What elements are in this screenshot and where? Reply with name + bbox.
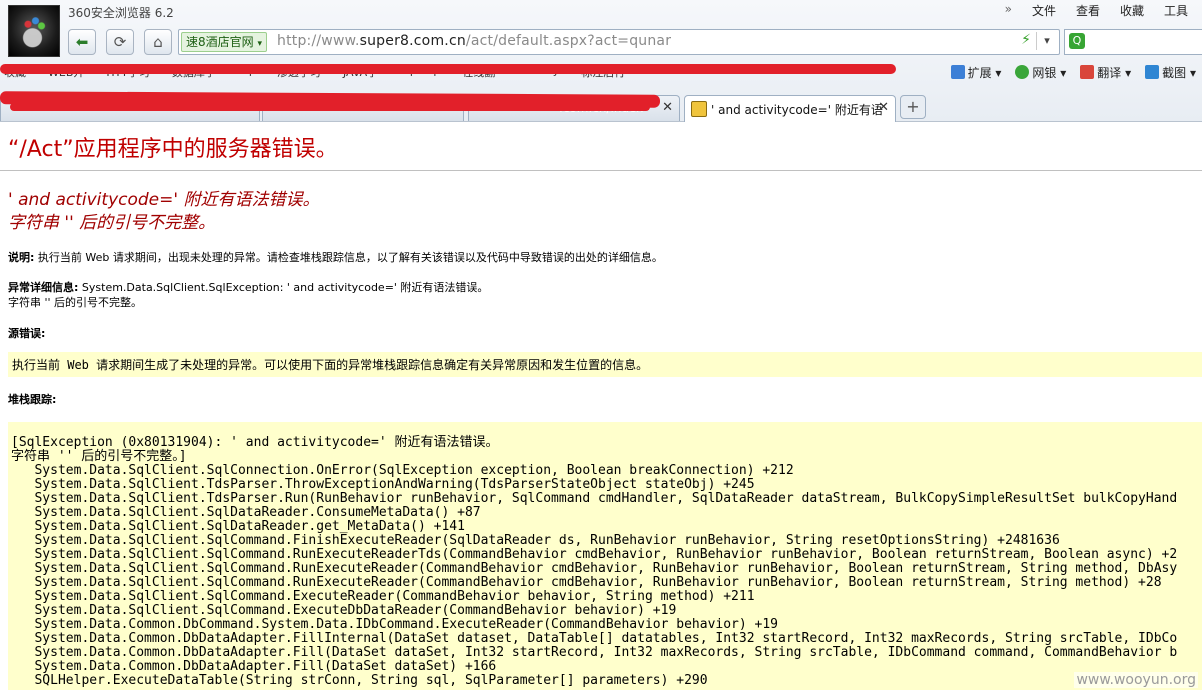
source-error-heading: 源错误: [8, 326, 45, 341]
description-text: 执行当前 Web 请求期间，出现未处理的异常。请检查堆栈跟踪信息，以了解有关该错… [34, 251, 663, 264]
error-heading: ' and activitycode=' 附近有语法错误。 字符串 '' 后的引… [8, 189, 319, 235]
source-error-box: 执行当前 Web 请求期间生成了未处理的异常。可以使用下面的异常堆栈跟踪信息确定… [8, 352, 1202, 377]
browser-logo [8, 5, 60, 57]
back-arrow-icon: ⬅ [75, 33, 89, 51]
screenshot-label: 截图 [1162, 66, 1187, 80]
error-line-1-text: ' and activitycode=' 附近有语法错误。 [8, 190, 320, 210]
description-label: 说明: [8, 251, 35, 264]
description-line: 说明: 执行当前 Web 请求期间，出现未处理的异常。请检查堆栈跟踪信息，以了解… [8, 250, 663, 265]
site-identity-chip[interactable]: 速8酒店官网 ▾ [181, 32, 267, 52]
menu-tools[interactable]: 工具 [1164, 2, 1188, 19]
site-chip-label: 速8酒店官网 [186, 35, 254, 49]
redaction-stroke [10, 103, 650, 111]
url-text[interactable]: http://www.super8.com.cn/act/default.asp… [277, 33, 671, 49]
translate-icon [1080, 65, 1095, 79]
close-icon[interactable]: ✕ [878, 100, 889, 115]
hand-logo-icon [19, 14, 49, 48]
extensions-button[interactable]: 扩展 ▾ [950, 64, 1001, 81]
stack-trace-box: [SqlException (0x80131904): ' and activi… [8, 422, 1202, 690]
netbank-label: 网银 [1032, 66, 1057, 80]
error-line-2: 字符串 '' 后的引号不完整。 [8, 213, 216, 233]
extensions-label: 扩展 [967, 66, 992, 80]
screenshot-button[interactable]: 截图 ▾ [1145, 64, 1196, 81]
url-path: /act/default.aspx?act=qunar [465, 33, 672, 49]
window-title: 360安全浏览器 6.2 [68, 6, 174, 20]
top-menu: » 文件 查看 收藏 工具 [1005, 2, 1188, 19]
search-box[interactable]: Q [1064, 29, 1202, 55]
refresh-button[interactable]: ⟳ [106, 29, 134, 55]
source-error-label: 源错误: [8, 327, 46, 340]
page-favicon-icon [691, 101, 707, 117]
back-button[interactable]: ⬅ [68, 29, 96, 55]
redaction-stroke [0, 64, 896, 74]
url-host: super8.com.cn [359, 33, 466, 49]
stack-trace-text: [SqlException (0x80131904): ' and activi… [11, 435, 1178, 688]
menu-file[interactable]: 文件 [1032, 2, 1056, 19]
url-prefix: http://www. [277, 33, 360, 49]
search-engine-icon[interactable]: Q [1069, 33, 1085, 49]
exception-details: 异常详细信息: System.Data.SqlClient.SqlExcepti… [8, 280, 488, 310]
watermark: www.wooyun.org [1074, 672, 1198, 688]
source-error-text: 执行当前 Web 请求期间生成了未处理的异常。可以使用下面的异常堆栈跟踪信息确定… [12, 358, 649, 372]
translate-button[interactable]: 翻译 ▾ [1080, 64, 1131, 81]
scissors-icon [1145, 65, 1160, 79]
exception-label: 异常详细信息: [8, 281, 79, 294]
netbank-button[interactable]: 网银 ▾ [1015, 64, 1066, 81]
home-icon: ⌂ [153, 33, 163, 51]
menu-view[interactable]: 查看 [1076, 2, 1100, 19]
home-button[interactable]: ⌂ [144, 29, 172, 55]
new-tab-button[interactable]: + [900, 95, 926, 119]
stack-trace-heading: 堆栈跟踪: [8, 392, 56, 407]
menu-favorites[interactable]: 收藏 [1120, 2, 1144, 19]
error-line-1: ' and activitycode=' 附近有语法错误。 [8, 189, 319, 212]
tab-active[interactable]: ' and activitycode=' 附近有语 ✕ [684, 95, 896, 122]
close-icon[interactable]: ✕ [662, 100, 673, 115]
tab-label: ' and activitycode=' 附近有语 [711, 103, 883, 117]
address-bar[interactable]: 速8酒店官网 ▾ http://www.super8.com.cn/act/de… [178, 29, 1060, 55]
exception-text-2: 字符串 '' 后的引号不完整。 [8, 296, 143, 309]
page-content: “/Act”应用程序中的服务器错误。 ' and activitycode=' … [0, 122, 1202, 690]
menu-overflow-icon[interactable]: » [1005, 2, 1012, 19]
exception-text: System.Data.SqlClient.SqlException: ' an… [78, 281, 489, 294]
address-dropdown-icon[interactable]: ▾ [1036, 32, 1057, 50]
shield-icon [1015, 65, 1030, 79]
chevron-down-icon: ▾ [257, 39, 262, 49]
extensions-icon [950, 65, 965, 79]
toolbar-extensions: 扩展 ▾ 网银 ▾ 翻译 ▾ 截图 ▾ [950, 64, 1196, 81]
stack-trace-label: 堆栈跟踪: [8, 393, 57, 406]
page-title: “/Act”应用程序中的服务器错误。 [8, 137, 338, 162]
divider [0, 170, 1202, 171]
refresh-icon: ⟳ [113, 33, 127, 51]
translate-label: 翻译 [1097, 66, 1122, 80]
speed-mode-icon[interactable]: ⚡ [1021, 32, 1031, 48]
